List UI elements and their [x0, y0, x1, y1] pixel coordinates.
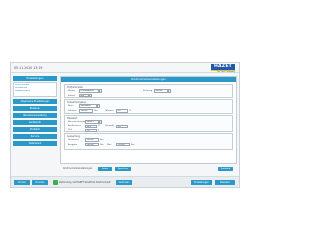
hazet-logo: HAZET The Tool Company — [211, 64, 235, 73]
field-label: Einheit — [68, 94, 76, 97]
display-select[interactable]: aktuell — [85, 120, 99, 124]
output-input[interactable]: 200,00 — [85, 143, 99, 147]
sidebar-button-operator[interactable]: Bediener — [13, 106, 57, 111]
settings-panel: Drehmomenteinstellungen Prüfparameter Mo… — [60, 76, 237, 164]
threshold-input[interactable]: 2,0 — [116, 124, 128, 128]
field-label: Zeit — [68, 129, 73, 132]
sidebar-button-service[interactable]: Service — [13, 134, 57, 139]
footer-bar: Zurück Drucken Verbindung mit HAZET Smar… — [11, 176, 239, 187]
field-label: Messwertanzeige — [68, 121, 87, 123]
connect-button[interactable]: Verbinden — [116, 180, 132, 185]
setpoint-input[interactable]: 200,00 — [79, 109, 93, 113]
unit-label: Nm — [100, 139, 104, 141]
load-button[interactable]: Laden — [98, 166, 112, 172]
chevron-down-icon[interactable] — [97, 104, 101, 108]
time-input[interactable]: 1,0 — [85, 128, 97, 132]
unit-label: Nm — [100, 143, 104, 146]
field-label: Grenzwert — [68, 139, 79, 141]
unit-select[interactable]: Nm — [79, 94, 89, 98]
group-measurement: Messwert Messwertanzeige aktuell Auslöse… — [64, 115, 233, 132]
group-title: Messwert — [67, 116, 78, 120]
settings-button[interactable]: Einstellungen — [191, 180, 212, 185]
group-title: Auswertung — [67, 134, 81, 138]
nominal-select[interactable]: Einzelwert — [79, 104, 97, 108]
field-label: Modus — [68, 90, 75, 92]
field-label: Richtung — [143, 90, 153, 92]
back-button[interactable]: Zurück — [14, 180, 30, 185]
sidebar-item[interactable]: Messprotokoll — [15, 90, 55, 93]
group-title: Prüfparameter — [67, 85, 83, 89]
sidebar-button-general[interactable]: Allgemeine Einstellungen — [13, 99, 57, 104]
sidebar-button-log[interactable]: Protokoll — [13, 127, 57, 132]
group-test-parameters: Prüfparameter Modus Drehmoment Richtung … — [64, 84, 233, 98]
field-label: Max — [107, 143, 112, 146]
max-input[interactable]: 210,00 — [116, 143, 130, 147]
field-label: Sollwert — [68, 110, 77, 112]
unit-label: % — [129, 110, 131, 112]
unit-label: Nm — [131, 143, 135, 146]
unit-label: s — [98, 129, 100, 132]
panel-action-bar: Drehmomenteinstellungen Laden Speichern … — [60, 166, 237, 172]
field-label: Toleranz — [105, 110, 114, 112]
group-evaluation: Auswertung Grenzwert 190,00 Nm Ausgabe 2… — [64, 133, 233, 150]
mode-select[interactable]: Drehmoment — [79, 89, 99, 93]
sidebar-title: Einstellungen — [13, 76, 57, 81]
unit-label: % — [98, 125, 100, 128]
field-label: Nenn — [68, 105, 74, 107]
field-label: Schwelle — [105, 125, 115, 128]
datetime-label: 05.11.2020 13:19 — [14, 66, 43, 70]
direction-select[interactable]: Rechts — [154, 89, 168, 93]
print-button[interactable]: Drucken — [32, 180, 48, 185]
unit-label: Nm — [94, 110, 98, 112]
group-setpoints: Sollwertvorgaben Nenn Einzelwert Sollwer… — [64, 99, 233, 114]
group-title: Sollwertvorgaben — [67, 100, 87, 104]
trigger-input[interactable]: 10,0 — [85, 124, 97, 128]
chevron-down-icon[interactable] — [99, 89, 103, 93]
chevron-down-icon[interactable] — [168, 89, 172, 93]
connection-status-text: Verbindung mit HAZET SmartTAC Drehmoment — [59, 181, 111, 185]
panel-title: Drehmomenteinstellungen — [61, 77, 236, 82]
default-button[interactable]: Standard — [218, 166, 233, 172]
sidebar-list: Drehmoment Drehwinkel Messprotokoll — [13, 82, 57, 97]
sidebar: Einstellungen Drehmoment Drehwinkel Mess… — [13, 76, 57, 164]
app-window: 05.11.2020 13:19 HAZET The Tool Company … — [10, 62, 240, 188]
field-label: Ausgabe — [68, 143, 78, 146]
save-button[interactable]: Speichern — [115, 166, 131, 172]
field-label: Auslösewert — [68, 125, 81, 128]
chevron-down-icon[interactable] — [99, 120, 103, 124]
exit-button[interactable]: Beenden — [215, 180, 235, 185]
sidebar-button-users[interactable]: Benutzerverwaltung — [13, 113, 57, 118]
top-bar: 05.11.2020 13:19 HAZET The Tool Company — [11, 63, 239, 73]
check-icon — [53, 180, 58, 185]
sidebar-button-database[interactable]: Datenbank — [13, 141, 57, 146]
tolerance-input[interactable]: 5,0 — [116, 109, 128, 113]
limit-input[interactable]: 190,00 — [85, 138, 99, 142]
chevron-down-icon[interactable] — [89, 94, 93, 98]
sidebar-button-device-info[interactable]: Geräteinfo — [13, 120, 57, 125]
logo-subtitle: The Tool Company — [216, 70, 235, 73]
action-bar-label: Drehmomenteinstellungen — [63, 167, 93, 171]
